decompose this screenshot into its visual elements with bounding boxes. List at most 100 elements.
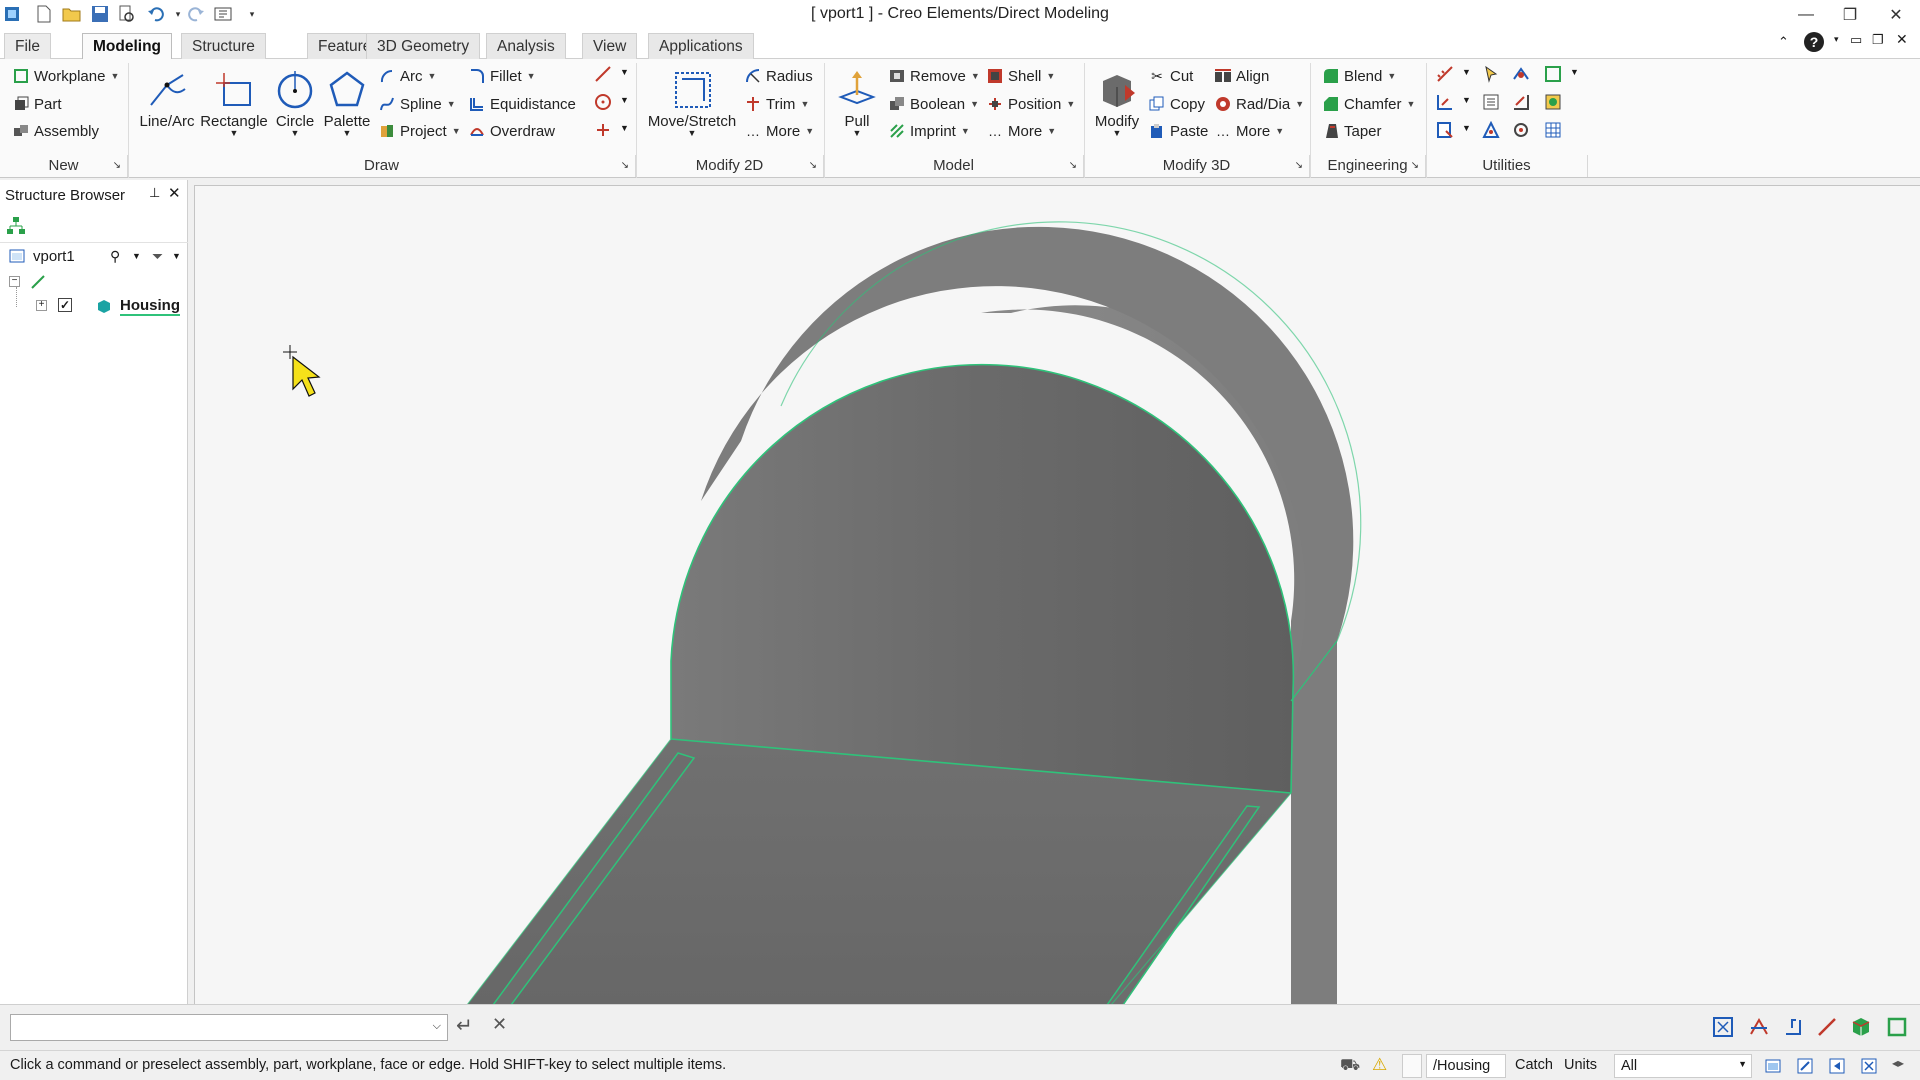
tab-applications[interactable]: Applications <box>648 33 754 60</box>
part-button[interactable]: Part <box>12 93 62 115</box>
construction-point-dropdown-icon[interactable]: ▼ <box>620 123 629 133</box>
section-icon[interactable] <box>1510 91 1532 113</box>
line-arc-button[interactable]: Line/Arc <box>136 65 198 130</box>
clearance-icon[interactable] <box>1510 63 1532 85</box>
fillet-button[interactable]: Fillet ▼ <box>468 65 536 87</box>
tree-expand-icon[interactable]: + <box>36 300 47 311</box>
frame-view-icon[interactable] <box>1886 1016 1908 1038</box>
filter-dropdown-icon[interactable]: ▼ <box>172 251 181 261</box>
project-button[interactable]: Project ▼ <box>378 120 461 142</box>
workplane-view-icon[interactable] <box>1782 1016 1804 1038</box>
dimension-icon[interactable] <box>1434 91 1456 113</box>
tab-structure[interactable]: Structure <box>181 33 266 60</box>
binoculars-icon[interactable]: ⚲ <box>110 248 120 265</box>
rectangle-button[interactable]: Rectangle ▼ <box>200 65 268 138</box>
pull-dropdown-icon[interactable]: ▼ <box>832 128 882 138</box>
overdraw-button[interactable]: Overdraw <box>468 120 555 142</box>
settings-icon[interactable] <box>1510 119 1532 141</box>
modify-button[interactable]: Modify ▼ <box>1088 65 1146 138</box>
selection-filter-select[interactable]: All ▼ <box>1614 1054 1752 1078</box>
pin-icon[interactable]: ⊥ <box>149 185 160 201</box>
model-more-button[interactable]: … More ▼ <box>986 120 1056 142</box>
window-layout-icon[interactable] <box>1762 1055 1784 1077</box>
construction-line-dropdown-icon[interactable]: ▼ <box>620 67 629 77</box>
dimension-dropdown-icon[interactable]: ▼ <box>1462 95 1471 105</box>
tree-collapse-icon[interactable]: − <box>9 276 20 287</box>
annotation-dropdown-icon[interactable]: ▼ <box>1462 123 1471 133</box>
properties-icon[interactable] <box>1480 91 1502 113</box>
minimize-icon[interactable]: — <box>1786 2 1826 28</box>
line-view-icon[interactable] <box>1816 1016 1838 1038</box>
cancel-icon[interactable]: ✕ <box>492 1014 507 1035</box>
equidistance-button[interactable]: Equidistance <box>468 93 576 115</box>
select-icon[interactable] <box>1480 63 1502 85</box>
filter-status-icon[interactable]: ⛟ <box>1340 1056 1360 1076</box>
move-stretch-button[interactable]: Move/Stretch ▼ <box>644 65 740 138</box>
pan-view-icon[interactable] <box>1748 1016 1770 1038</box>
modify3d-more-button[interactable]: … More ▼ <box>1214 120 1284 142</box>
filter-icon[interactable]: ⏷ <box>152 248 163 265</box>
viewport-name[interactable]: vport1 <box>33 248 75 265</box>
warning-icon[interactable]: ⚠ <box>1372 1055 1387 1075</box>
tab-view[interactable]: View <box>582 33 638 60</box>
tab-modeling[interactable]: Modeling <box>82 33 173 60</box>
help-dropdown-icon[interactable]: ▾ <box>1834 34 1839 45</box>
group-modify2d-launcher-icon[interactable]: ↘ <box>809 155 817 177</box>
current-part-field[interactable]: /Housing <box>1426 1054 1506 1078</box>
align-button[interactable]: Align <box>1214 65 1269 87</box>
modify2d-more-button[interactable]: … More ▼ <box>744 120 814 142</box>
housing-model[interactable] <box>195 186 1920 1004</box>
group-model-launcher-icon[interactable]: ↘ <box>1069 155 1077 177</box>
assembly-button[interactable]: Assembly <box>12 120 99 142</box>
tab-file[interactable]: File <box>4 33 51 60</box>
fit-all-icon[interactable] <box>1858 1055 1880 1077</box>
tree-item-housing[interactable]: Housing <box>120 297 180 316</box>
boolean-button[interactable]: Boolean ▼ <box>888 93 979 115</box>
construction-point-icon[interactable] <box>592 119 614 141</box>
copy-button[interactable]: Copy <box>1148 93 1205 115</box>
pull-button[interactable]: Pull ▼ <box>832 65 882 138</box>
render-icon[interactable] <box>1542 91 1564 113</box>
search-dropdown-icon[interactable]: ▼ <box>132 251 141 261</box>
measure-dropdown-icon[interactable]: ▼ <box>1462 67 1471 77</box>
shaded-view-icon[interactable] <box>1850 1016 1872 1038</box>
group-draw-launcher-icon[interactable]: ↘ <box>621 155 629 177</box>
imprint-button[interactable]: Imprint ▼ <box>888 120 970 142</box>
radius-button[interactable]: Radius <box>744 65 813 87</box>
construction-line-icon[interactable] <box>592 63 614 85</box>
tree-view-icon[interactable] <box>6 216 26 240</box>
workplane-button[interactable]: Workplane ▼ <box>12 65 119 87</box>
visibility-checkbox[interactable]: ✓ <box>58 298 72 312</box>
palette-button[interactable]: Palette ▼ <box>322 65 372 138</box>
browser-close-icon[interactable]: ✕ <box>168 184 181 202</box>
doc-close-icon[interactable]: ✕ <box>1896 31 1908 48</box>
status-scroll-icon[interactable]: ◂▸ <box>1892 1056 1904 1070</box>
cut-button[interactable]: ✂ Cut <box>1148 65 1193 87</box>
taper-button[interactable]: Taper <box>1322 120 1382 142</box>
measure-icon[interactable] <box>1434 63 1456 85</box>
trim-button[interactable]: Trim ▼ <box>744 93 809 115</box>
group-engineering-launcher-icon[interactable]: ↘ <box>1411 155 1419 177</box>
doc-minimize-icon[interactable]: ▭ <box>1850 32 1862 48</box>
frame-icon[interactable] <box>1542 63 1564 85</box>
frame-dropdown-icon[interactable]: ▼ <box>1570 67 1579 77</box>
fit-view-icon[interactable] <box>1712 1016 1734 1038</box>
restore-icon[interactable]: ❐ <box>1830 2 1870 28</box>
transform-icon[interactable] <box>1480 119 1502 141</box>
command-history-dropdown-icon[interactable]: ⌵ <box>433 1020 441 1033</box>
graphics-viewport[interactable] <box>194 185 1920 1004</box>
group-modify3d-launcher-icon[interactable]: ↘ <box>1295 155 1303 177</box>
table-icon[interactable] <box>1542 119 1564 141</box>
command-input[interactable]: ⌵ <box>10 1014 448 1041</box>
tab-3d-geometry[interactable]: 3D Geometry <box>366 33 481 60</box>
tab-analysis[interactable]: Analysis <box>486 33 566 60</box>
previous-view-icon[interactable] <box>1826 1055 1848 1077</box>
remove-button[interactable]: Remove ▼ <box>888 65 980 87</box>
construction-circle-dropdown-icon[interactable]: ▼ <box>620 95 629 105</box>
circle-button[interactable]: Circle ▼ <box>270 65 320 138</box>
rad-dia-button[interactable]: Rad/Dia ▼ <box>1214 93 1304 115</box>
units-button[interactable]: Units <box>1564 1057 1597 1073</box>
arc-button[interactable]: Arc ▼ <box>378 65 436 87</box>
enter-icon[interactable]: ↵ <box>456 1013 473 1038</box>
minimize-ribbon-icon[interactable]: ⌃ <box>1778 34 1789 50</box>
